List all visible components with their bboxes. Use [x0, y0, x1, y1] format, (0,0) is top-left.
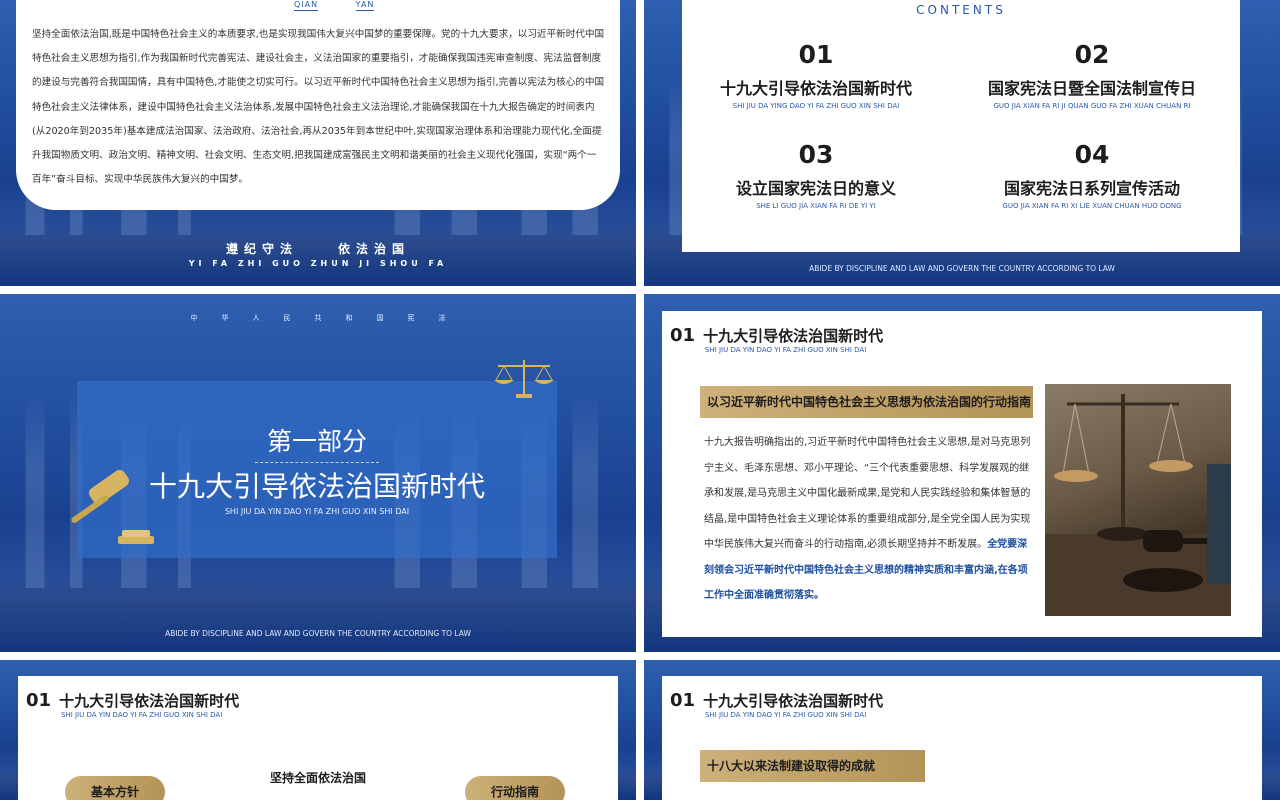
- body-paragraph: 十九大报告明确指出的,习近平新时代中国特色社会主义思想,是对马克思列宁主义、毛泽…: [704, 437, 1031, 550]
- section-header: 01 十九大引导依法治国新时代 SHI JIU DA YIN DAO YI FA …: [670, 690, 884, 719]
- toc-pinyin: GUO JIA XIAN FA RI JI QUAN GUO FA ZHI XU…: [993, 102, 1191, 110]
- slide-thumbnail-2[interactable]: CONTENTS 01 十九大引导依法治国新时代 SHI JIU DA YING…: [644, 0, 1280, 286]
- body-paragraph: 坚持全面依法治国,既是中国特色社会主义的本质要求,也是实现我国伟大复兴中国梦的重…: [32, 29, 605, 186]
- content-card: 01 十九大引导依法治国新时代 SHI JIU DA YIN DAO YI FA …: [18, 676, 618, 800]
- heading-char: 华: [221, 314, 229, 322]
- heading-char: 人: [252, 314, 260, 322]
- contents-label: CONTENTS: [916, 3, 1006, 17]
- gavel-icon: [71, 470, 154, 544]
- footer-slogan: ABIDE BY DISCIPLINE AND LAW AND GOVERN T…: [809, 264, 1115, 273]
- slide-thumbnail-4[interactable]: 01 十九大引导依法治国新时代 SHI JIU DA YIN DAO YI FA …: [644, 294, 1280, 652]
- section-pinyin: SHI JIU DA YIN DAO YI FA ZHI GUO XIN SHI…: [705, 346, 867, 354]
- tab-yan: YAN: [355, 0, 375, 11]
- motto-pinyin: YI FA ZHI GUO ZHUN JI SHOU FA: [188, 259, 448, 268]
- footer-slogan: ABIDE BY DISCIPLINE AND LAW AND GOVERN T…: [165, 629, 471, 638]
- toc-item-01: 01 十九大引导依法治国新时代 SHI JIU DA YING DAO YI F…: [686, 40, 946, 110]
- toc-title: 设立国家宪法日的意义: [735, 179, 896, 198]
- heading-char: 中: [190, 314, 198, 322]
- section-title: 十九大引导依法治国新时代: [703, 327, 884, 345]
- content-card: 01 十九大引导依法治国新时代 SHI JIU DA YIN DAO YI FA …: [662, 311, 1262, 637]
- constitution-heading: 中华人民共和国宪法: [0, 313, 636, 323]
- section-number: 01: [670, 325, 699, 346]
- slide-thumbnail-1[interactable]: QIAN YAN 坚持全面依法治国,既是中国特色社会主义的本质要求,也是实现我国…: [0, 0, 636, 286]
- section-title: 十九大引导依法治国新时代: [59, 692, 240, 710]
- text-card: QIAN YAN 坚持全面依法治国,既是中国特色社会主义的本质要求,也是实现我国…: [16, 0, 620, 210]
- scales-gavel-photo: [1045, 384, 1231, 616]
- slide-thumbnail-3[interactable]: 中华人民共和国宪法 第一部分 十九大引导依法治国新时代 SHI JIU DA Y…: [0, 294, 636, 652]
- tab-qian: QIAN: [294, 0, 319, 11]
- toc-number: 02: [1074, 40, 1114, 69]
- toc-pinyin: SHE LI GUO JIA XIAN FA RI DE YI YI: [756, 202, 876, 210]
- section-pinyin: SHI JIU DA YIN DAO YI FA ZHI GUO XIN SHI…: [705, 711, 867, 719]
- guideline-banner: 以习近平新时代中国特色社会主义思想为依法治国的行动指南: [700, 386, 1033, 418]
- content-card: 01 十九大引导依法治国新时代 SHI JIU DA YIN DAO YI FA …: [662, 676, 1262, 800]
- motto-left: 遵纪守法: [225, 242, 298, 256]
- contents-card: CONTENTS 01 十九大引导依法治国新时代 SHI JIU DA YING…: [682, 0, 1240, 252]
- heading-char: 和: [345, 314, 353, 322]
- motto: 遵纪守法 依法治国: [0, 240, 636, 257]
- action-guide-pill: 行动指南: [465, 776, 565, 800]
- heading-char: 民: [283, 314, 291, 322]
- scales-icon: [1045, 394, 1231, 616]
- toc-pinyin: SHI JIU DA YING DAO YI FA ZHI GUO XIN SH…: [732, 102, 900, 110]
- heading-char: 国: [376, 314, 384, 322]
- toc-number: 03: [798, 140, 838, 169]
- toc-number: 04: [1074, 140, 1114, 169]
- part-text: 第一部分: [254, 422, 379, 463]
- heading-char: 共: [314, 314, 322, 322]
- section-header: 01 十九大引导依法治国新时代 SHI JIU DA YIN DAO YI FA …: [670, 325, 884, 354]
- slide-thumbnail-6[interactable]: 01 十九大引导依法治国新时代 SHI JIU DA YIN DAO YI FA …: [644, 660, 1280, 800]
- section-title: 十九大引导依法治国新时代: [703, 692, 884, 710]
- heading-char: 宪: [407, 314, 415, 322]
- motto-right: 依法治国: [338, 242, 411, 256]
- toc-item-02: 02 国家宪法日暨全国法制宣传日 GUO JIA XIAN FA RI JI Q…: [962, 40, 1222, 110]
- tab-labels: QIAN YAN: [294, 0, 408, 11]
- toc-number: 01: [798, 40, 838, 69]
- toc-item-04: 04 国家宪法日系列宣传活动 GUO JIA XIAN FA RI XI LIE…: [962, 140, 1222, 210]
- body-text: 十九大报告明确指出的,习近平新时代中国特色社会主义思想,是对马克思列宁主义、毛泽…: [704, 430, 1034, 609]
- toc-item-03: 03 设立国家宪法日的意义 SHE LI GUO JIA XIAN FA RI …: [686, 140, 946, 210]
- section-header: 01 十九大引导依法治国新时代 SHI JIU DA YIN DAO YI FA …: [26, 690, 240, 719]
- toc-title: 十九大引导依法治国新时代: [719, 79, 912, 98]
- toc-title: 国家宪法日系列宣传活动: [1003, 179, 1180, 198]
- section-number: 01: [26, 690, 55, 711]
- slide-thumbnail-5[interactable]: 01 十九大引导依法治国新时代 SHI JIU DA YIN DAO YI FA …: [0, 660, 636, 800]
- section-number: 01: [670, 690, 699, 711]
- part-label: 第一部分: [77, 422, 557, 463]
- achievements-banner: 十八大以来法制建设取得的成就: [700, 750, 925, 782]
- toc-title: 国家宪法日暨全国法制宣传日: [987, 79, 1196, 98]
- section-pinyin: SHI JIU DA YIN DAO YI FA ZHI GUO XIN SHI…: [61, 711, 223, 719]
- toc-pinyin: GUO JIA XIAN FA RI XI LIE XUAN CHUAN HUO…: [1002, 202, 1182, 210]
- heading-char: 法: [438, 314, 446, 322]
- scales-icon: [494, 360, 554, 398]
